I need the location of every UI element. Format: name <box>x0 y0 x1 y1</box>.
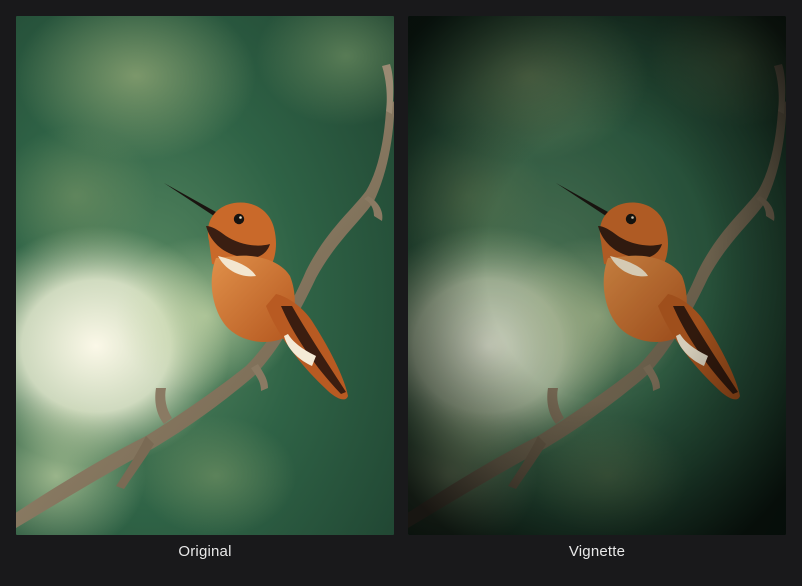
hummingbird-photo-original <box>16 16 394 535</box>
caption-original: Original <box>178 543 232 560</box>
caption-vignette: Vignette <box>568 543 626 560</box>
hummingbird-photo-vignette <box>408 16 786 535</box>
original-photo-panel <box>16 16 394 535</box>
vignette-photo-panel <box>408 16 786 535</box>
comparison-view: Original Vignette <box>0 0 802 586</box>
